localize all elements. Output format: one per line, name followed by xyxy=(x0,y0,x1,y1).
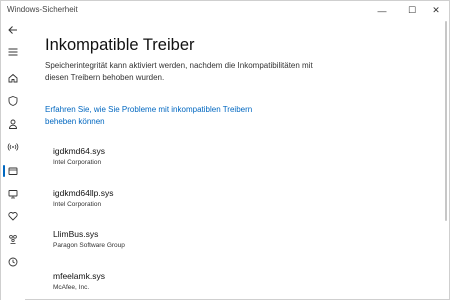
close-button[interactable]: ✕ xyxy=(421,1,450,20)
nav-virus-protection[interactable] xyxy=(1,91,25,111)
nav-device-health[interactable] xyxy=(1,206,25,226)
learn-more-link[interactable]: Erfahren Sie, wie Sie Probleme mit inkom… xyxy=(45,104,275,128)
history-icon xyxy=(8,257,18,267)
home-icon xyxy=(8,73,18,83)
app-browser-control-icon xyxy=(8,167,18,175)
family-icon xyxy=(9,235,17,244)
title-bar[interactable]: Windows-Sicherheit — ☐ ✕ xyxy=(1,1,449,20)
nav-firewall-network[interactable] xyxy=(1,137,25,157)
app-window: Windows-Sicherheit — ☐ ✕ Inkompatible Tr… xyxy=(0,0,450,300)
device-security-icon xyxy=(8,190,18,199)
heart-icon xyxy=(8,212,18,221)
minimize-button[interactable]: — xyxy=(367,1,397,20)
driver-vendor: McAfee, Inc. xyxy=(53,284,90,291)
nav-home[interactable] xyxy=(1,68,25,88)
vertical-scrollbar[interactable] xyxy=(445,21,448,299)
page-description: Speicherintegrität kann aktiviert werden… xyxy=(45,61,313,82)
nav-protection-history[interactable] xyxy=(1,252,25,272)
scrollbar-thumb[interactable] xyxy=(445,21,447,221)
nav-family-options[interactable] xyxy=(1,229,25,249)
menu-button[interactable] xyxy=(1,42,25,62)
nav-device-security[interactable] xyxy=(1,184,25,204)
back-button[interactable] xyxy=(1,20,25,40)
driver-vendor: Intel Corporation xyxy=(53,201,102,208)
driver-vendor: Paragon Software Group xyxy=(53,242,125,249)
list-item: LlimBus.sys Paragon Software Group xyxy=(53,229,353,259)
window-title: Windows-Sicherheit xyxy=(7,5,78,14)
driver-name: mfeelamk.sys xyxy=(53,271,105,281)
shield-icon xyxy=(8,96,18,106)
page-title: Inkompatible Treiber xyxy=(45,36,195,54)
hamburger-menu-icon xyxy=(8,48,18,56)
driver-vendor: Intel Corporation xyxy=(53,159,102,166)
person-icon xyxy=(9,119,17,129)
nav-account-protection[interactable] xyxy=(1,114,25,134)
driver-name: igdkmd64llp.sys xyxy=(53,188,114,198)
main-content: Inkompatible Treiber Speicherintegrität … xyxy=(45,20,425,300)
list-item: mfeelamk.sys McAfee, Inc. xyxy=(53,271,353,300)
list-item: igdkmd64llp.sys Intel Corporation xyxy=(53,188,353,218)
list-item: igdkmd64.sys Intel Corporation xyxy=(53,146,353,176)
driver-name: LlimBus.sys xyxy=(53,229,99,239)
navigation-rail xyxy=(1,20,25,300)
nav-app-browser-control[interactable] xyxy=(1,161,25,181)
wireless-icon xyxy=(7,143,19,151)
driver-name: igdkmd64.sys xyxy=(53,146,105,156)
back-arrow-icon xyxy=(8,26,17,34)
